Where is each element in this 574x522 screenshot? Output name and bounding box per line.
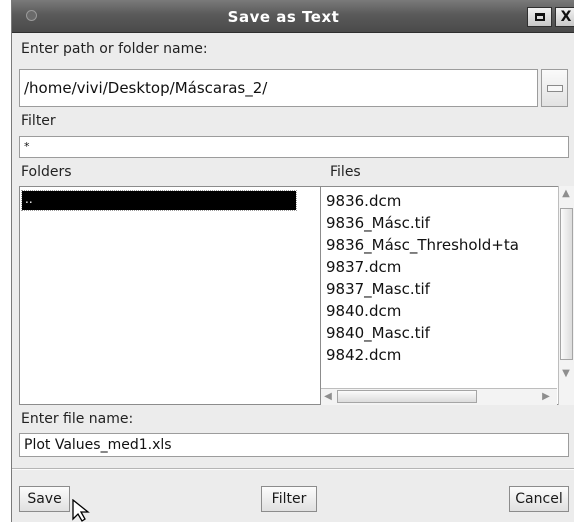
file-item[interactable]: 9836_Másc.tif	[326, 214, 430, 232]
files-horizontal-scrollbar[interactable]: ◀ ▶	[321, 388, 557, 405]
window-title: Save as Text	[227, 8, 340, 26]
maximize-button[interactable]	[527, 7, 552, 27]
scroll-up-icon[interactable]: ▲	[559, 187, 573, 201]
files-list[interactable]: 9836.dcm 9836_Másc.tif 9836_Másc_Thresho…	[320, 186, 570, 405]
files-label: Files	[330, 164, 361, 180]
cancel-button[interactable]: Cancel	[509, 486, 569, 512]
save-as-text-dialog: Save as Text X Enter path or folder name…	[11, 0, 574, 522]
mouse-pointer-icon	[72, 499, 90, 522]
path-history-button[interactable]	[541, 69, 568, 107]
file-item[interactable]: 9840.dcm	[326, 302, 401, 320]
file-item[interactable]: 9842.dcm	[326, 346, 401, 364]
file-item[interactable]: 9837_Masc.tif	[326, 280, 430, 298]
horizontal-scroll-thumb[interactable]	[337, 390, 477, 403]
path-label: Enter path or folder name:	[21, 41, 208, 57]
file-item[interactable]: 9836_Másc_Threshold+ta	[326, 236, 519, 254]
dropdown-icon	[547, 85, 563, 92]
file-item[interactable]: 9840_Masc.tif	[326, 324, 430, 342]
scroll-down-icon[interactable]: ▼	[559, 367, 573, 381]
folder-item-parent[interactable]: ..	[21, 190, 297, 211]
vertical-scroll-thumb[interactable]	[560, 208, 573, 360]
filter-input[interactable]: *	[19, 136, 569, 158]
filter-button[interactable]: Filter	[261, 486, 317, 512]
scroll-right-icon[interactable]: ▶	[539, 390, 553, 404]
close-button[interactable]: X	[555, 7, 574, 27]
file-item[interactable]: 9837.dcm	[326, 258, 401, 276]
folders-label: Folders	[21, 164, 72, 180]
title-bar[interactable]: Save as Text X	[12, 0, 574, 33]
filename-label: Enter file name:	[21, 411, 134, 427]
path-input[interactable]: /home/vivi/Desktop/Máscaras_2/	[19, 69, 538, 107]
divider	[12, 468, 574, 470]
filter-label: Filter	[21, 113, 56, 129]
files-vertical-scrollbar[interactable]: ▲ ▼	[558, 186, 574, 405]
file-item[interactable]: 9836.dcm	[326, 192, 401, 210]
maximize-icon	[534, 13, 545, 21]
save-button[interactable]: Save	[19, 486, 70, 512]
scroll-left-icon[interactable]: ◀	[321, 390, 335, 404]
folders-list[interactable]: ..	[19, 186, 322, 405]
filename-input[interactable]: Plot Values_med1.xls	[19, 433, 569, 457]
